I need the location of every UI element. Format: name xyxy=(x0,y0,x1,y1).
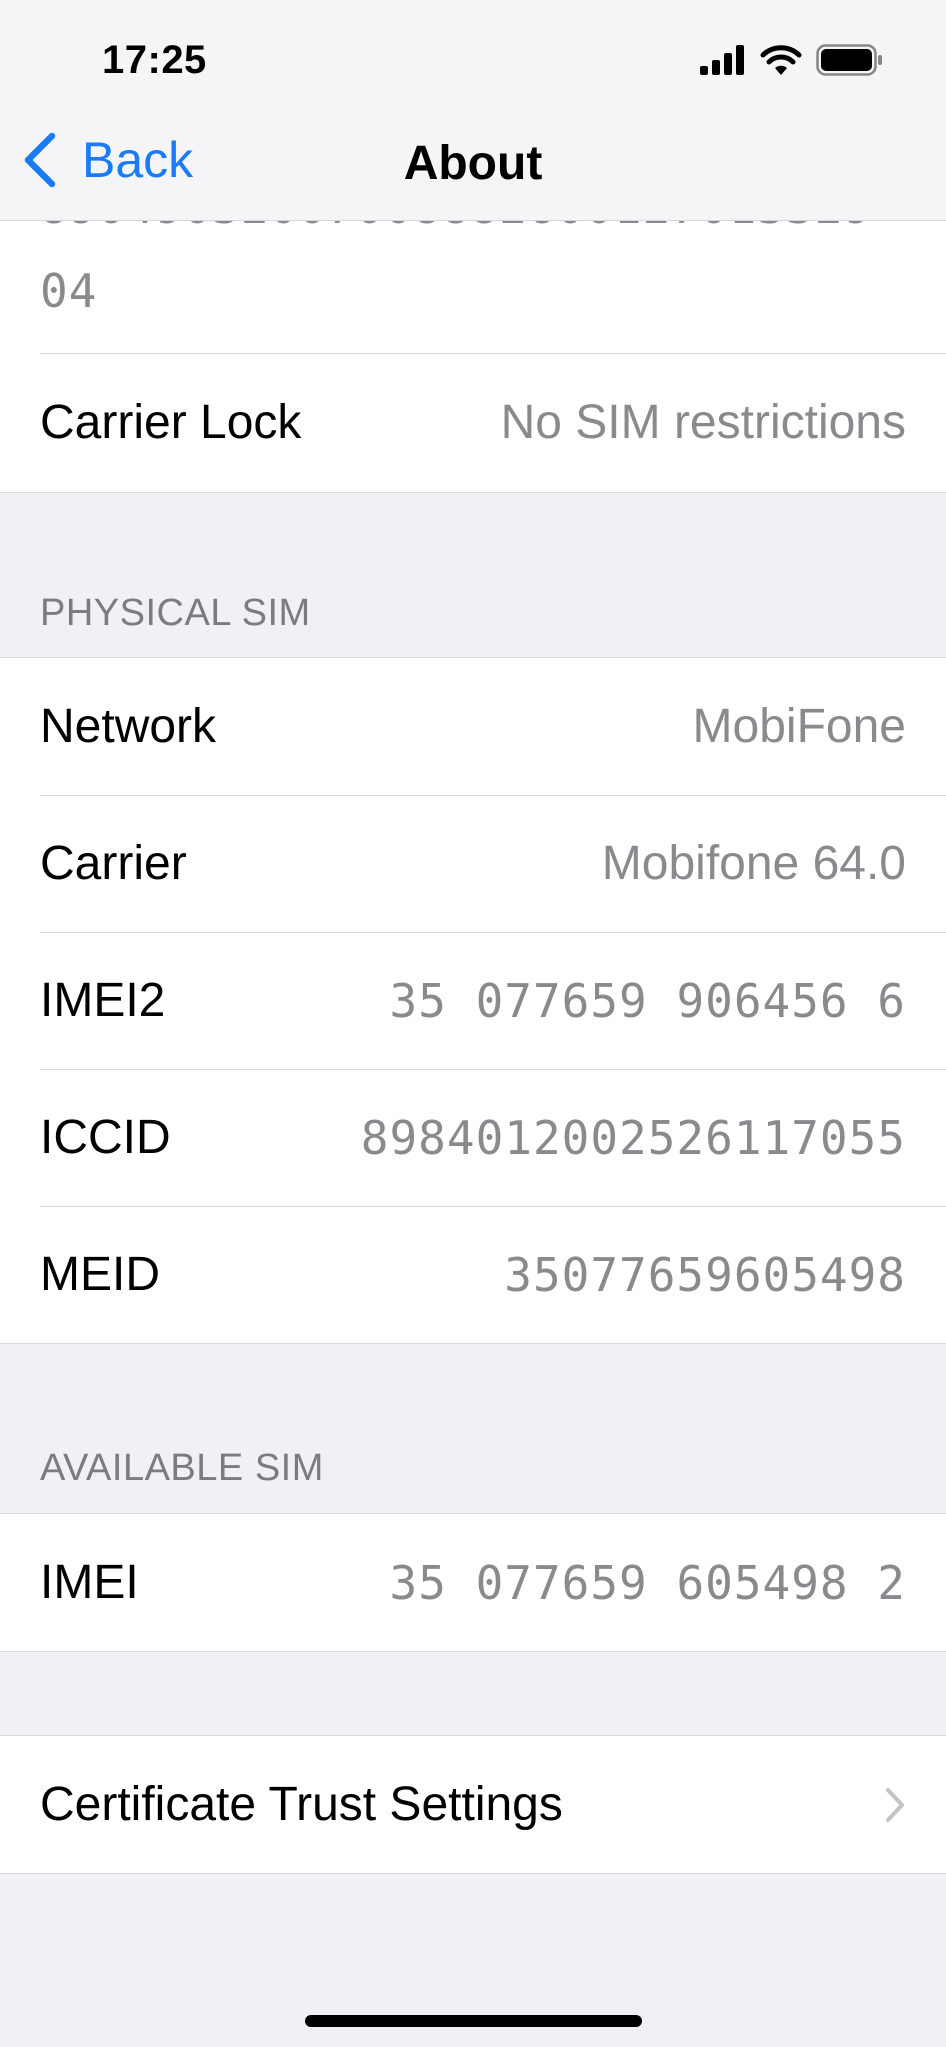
navigation-bar: 17:25 Back About xyxy=(0,0,946,221)
section-header-physical-sim: PHYSICAL SIM xyxy=(40,592,311,634)
status-time: 17:25 xyxy=(102,38,207,82)
row-iccid[interactable]: ICCID 8984012002526117055 xyxy=(0,1069,946,1206)
cellular-signal-icon xyxy=(700,45,744,75)
section-header-available-sim: AVAILABLE SIM xyxy=(40,1447,324,1489)
row-value: 8984012002526117055 xyxy=(360,1110,906,1165)
row-label: Certificate Trust Settings xyxy=(40,1778,563,1831)
row-label: IMEI xyxy=(40,1556,139,1609)
battery-icon xyxy=(816,44,882,76)
chevron-right-icon xyxy=(886,1787,904,1822)
row-label: ICCID xyxy=(40,1111,171,1164)
row-value: 35 077659 906456 6 xyxy=(389,973,906,1028)
row-label: Carrier Lock xyxy=(40,396,302,449)
available-sim-group: IMEI 35 077659 605498 2 xyxy=(0,1513,946,1652)
row-value: 35 077659 605498 2 xyxy=(389,1555,906,1610)
row-label: Carrier xyxy=(40,837,187,890)
physical-sim-group: Network MobiFone Carrier Mobifone 64.0 I… xyxy=(0,657,946,1344)
row-carrier[interactable]: Carrier Mobifone 64.0 xyxy=(0,795,946,932)
row-meid[interactable]: MEID 35077659605498 xyxy=(0,1206,946,1343)
row-network[interactable]: Network MobiFone xyxy=(0,658,946,795)
cut-value-line2: 04 xyxy=(40,264,98,318)
row-value: Mobifone 64.0 xyxy=(601,837,906,890)
home-indicator[interactable] xyxy=(305,2015,642,2027)
row-value: MobiFone xyxy=(692,700,906,753)
top-group: 89049032007008882600127013329 04 Carrier… xyxy=(0,180,946,493)
row-value: 35077659605498 xyxy=(504,1247,906,1302)
row-label: Network xyxy=(40,700,217,753)
row-imei2[interactable]: IMEI2 35 077659 906456 6 xyxy=(0,932,946,1069)
row-imei[interactable]: IMEI 35 077659 605498 2 xyxy=(0,1514,946,1651)
row-carrier-lock[interactable]: Carrier Lock No SIM restrictions xyxy=(0,354,946,491)
page-title: About xyxy=(403,137,543,190)
wifi-icon xyxy=(760,45,802,75)
status-icons xyxy=(700,44,884,76)
row-value: No SIM restrictions xyxy=(500,396,906,449)
certificate-group: Certificate Trust Settings xyxy=(0,1735,946,1874)
row-label: IMEI2 xyxy=(40,974,166,1027)
row-label: MEID xyxy=(40,1248,160,1301)
certificate-trust-settings-row[interactable]: Certificate Trust Settings xyxy=(0,1736,946,1873)
